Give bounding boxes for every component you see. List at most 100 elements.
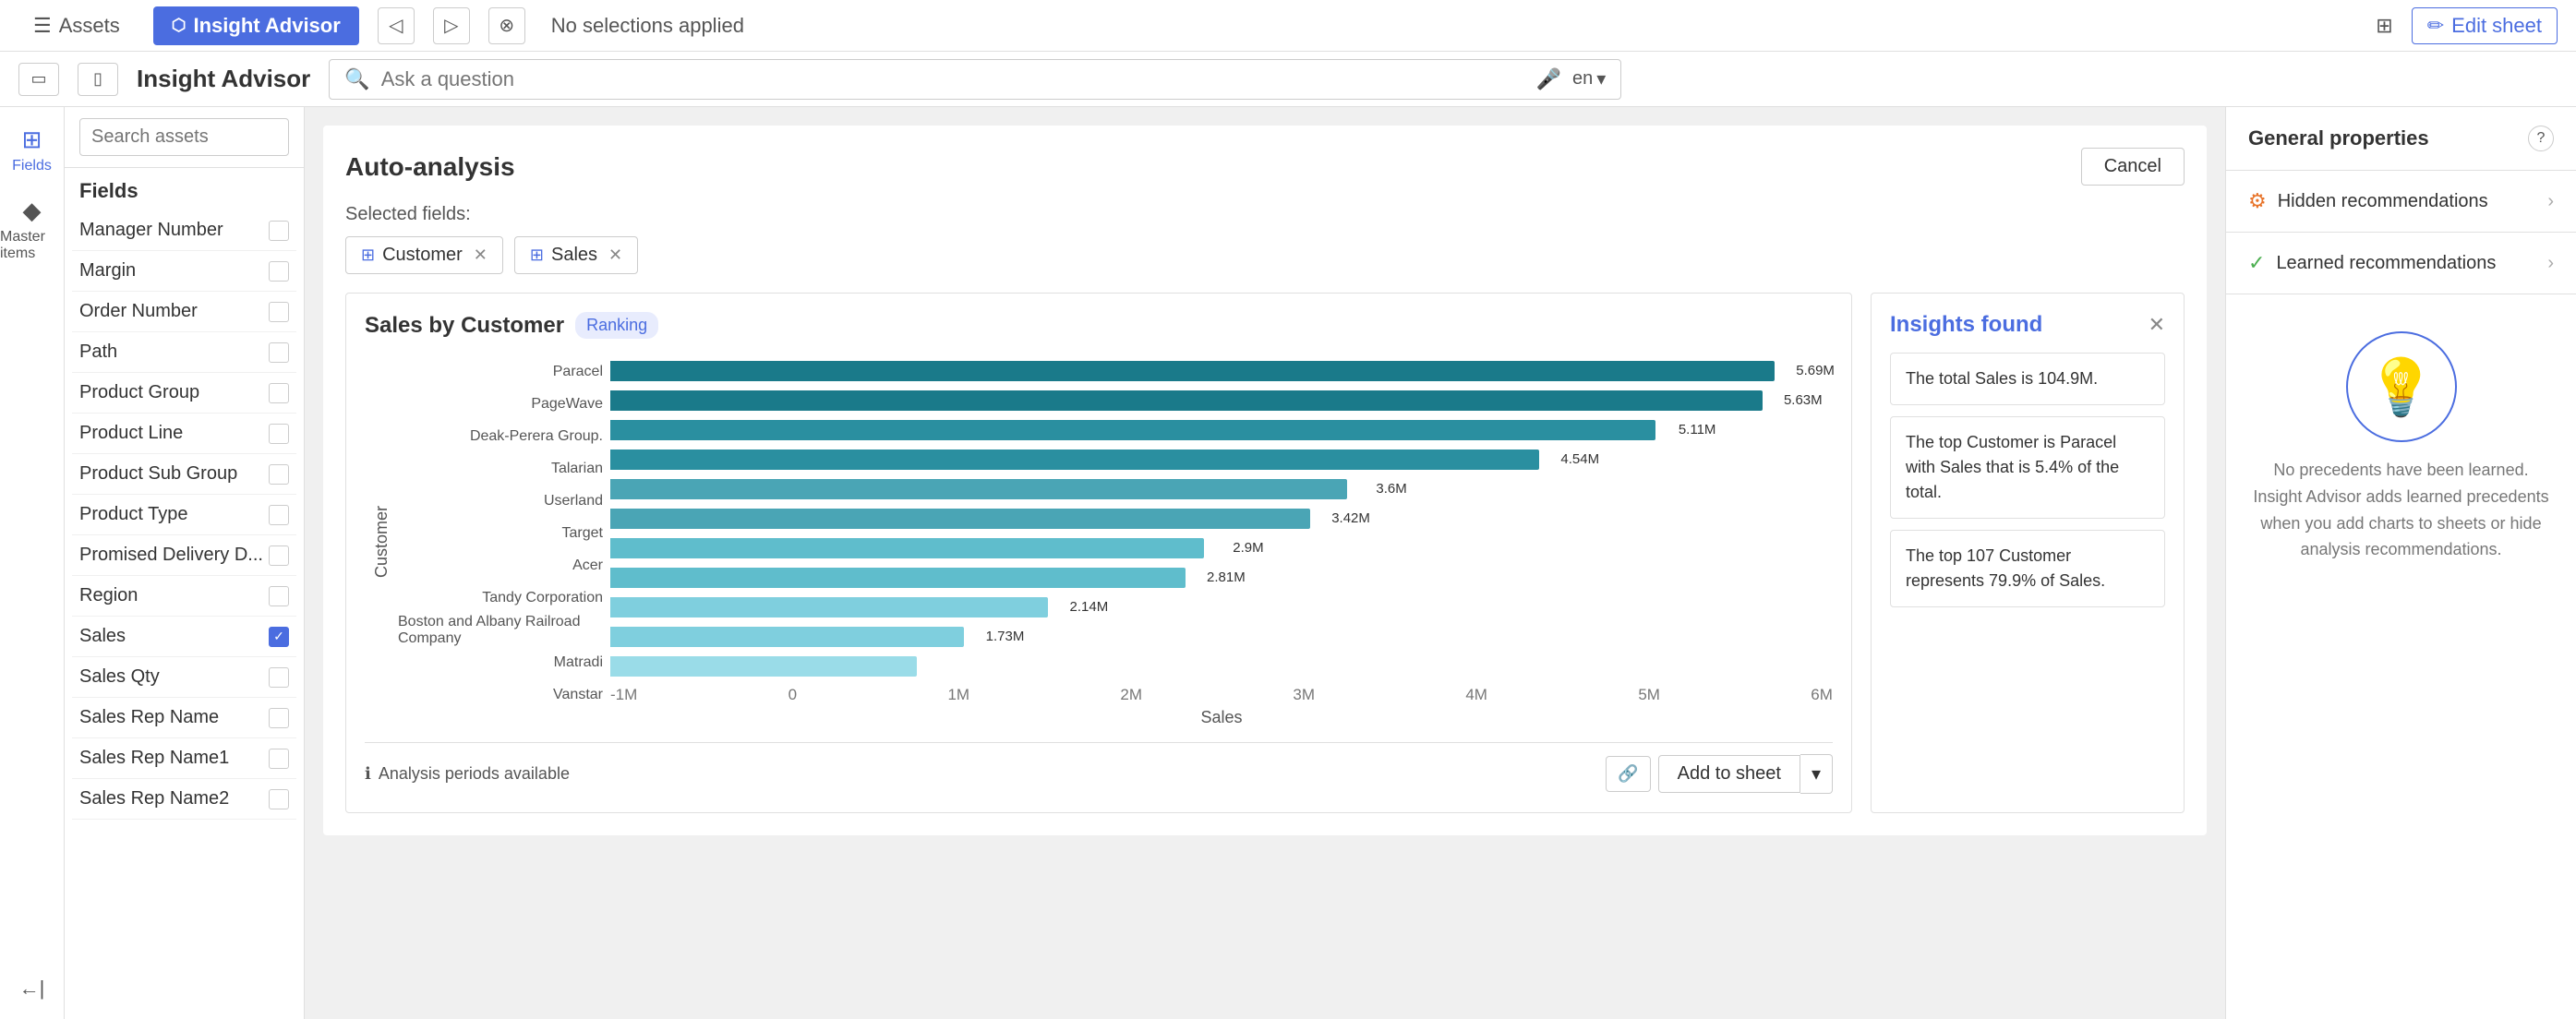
- bar[interactable]: 2.9M: [610, 538, 1204, 558]
- bar[interactable]: [610, 656, 917, 677]
- field-list-item[interactable]: Sales Rep Name: [72, 698, 296, 738]
- panel-toggle-1[interactable]: ▭: [18, 63, 59, 96]
- search-icon: 🔍: [344, 67, 369, 91]
- field-tag-remove-btn[interactable]: ✕: [608, 246, 622, 265]
- field-list-item[interactable]: Product Group: [72, 373, 296, 414]
- panel-icon-2: ▯: [93, 69, 102, 89]
- bar[interactable]: 5.63M: [610, 390, 1763, 411]
- grid-view-btn[interactable]: ⊞: [2376, 14, 2392, 38]
- analysis-period[interactable]: ℹ Analysis periods available: [365, 764, 570, 784]
- field-checkbox[interactable]: ✓: [269, 627, 289, 647]
- assets-label: Assets: [59, 14, 120, 38]
- field-list-item[interactable]: Sales Qty: [72, 657, 296, 698]
- y-axis-label: Paracel: [398, 357, 610, 387]
- field-list-item[interactable]: Sales Rep Name2: [72, 779, 296, 820]
- bar-row: 5.11M: [610, 416, 1833, 443]
- field-checkbox[interactable]: [269, 464, 289, 485]
- panel-toggle-2[interactable]: ▯: [78, 63, 118, 96]
- x-axis-label: -1M: [610, 686, 637, 704]
- field-item-name: Product Sub Group: [79, 463, 237, 485]
- field-list-item[interactable]: Path: [72, 332, 296, 373]
- y-axis-labels: ParacelPageWaveDeak-Perera Group.Talaria…: [398, 357, 610, 727]
- share-btn[interactable]: 🔗: [1606, 756, 1650, 792]
- field-list-item[interactable]: Sales✓: [72, 617, 296, 657]
- field-checkbox[interactable]: [269, 383, 289, 403]
- grid-icon: ⊞: [2376, 14, 2392, 38]
- field-list-item[interactable]: Product Type: [72, 495, 296, 535]
- x-axis-label: 2M: [1120, 686, 1142, 704]
- insight-advisor-nav-item[interactable]: ⬡ Insight Advisor: [153, 6, 359, 45]
- right-panel-item[interactable]: ✓ Learned recommendations ›: [2226, 233, 2576, 294]
- field-checkbox[interactable]: [269, 708, 289, 728]
- right-panel-item-label: Hidden recommendations: [2278, 191, 2488, 212]
- bar-rows-container: 5.69M5.63M5.11M4.54M3.6M3.42M2.9M2.81M2.…: [610, 357, 1833, 679]
- insights-title: Insights found: [1890, 312, 2042, 338]
- help-btn[interactable]: ?: [2528, 126, 2554, 151]
- forward-icon: ▷: [444, 14, 458, 37]
- bar-row: [610, 653, 1833, 679]
- field-checkbox[interactable]: [269, 545, 289, 566]
- field-tag-name: Sales: [551, 245, 597, 266]
- add-to-sheet-btn[interactable]: Add to sheet ▾: [1658, 754, 1833, 794]
- bar-value-label: 5.69M: [1796, 363, 1835, 378]
- right-panel-header: General properties ?: [2226, 107, 2576, 171]
- field-checkbox[interactable]: [269, 261, 289, 282]
- bar[interactable]: 5.11M: [610, 420, 1655, 440]
- bar[interactable]: 2.81M: [610, 568, 1186, 588]
- chart-footer: ℹ Analysis periods available 🔗 Add to sh…: [365, 742, 1833, 794]
- sidebar-item-fields[interactable]: ⊞ Fields: [12, 126, 52, 174]
- sidebar-collapse-btn[interactable]: ←|: [19, 977, 45, 1001]
- bar-row: 5.69M: [610, 357, 1833, 384]
- field-list-item[interactable]: Region: [72, 576, 296, 617]
- field-checkbox[interactable]: [269, 221, 289, 241]
- fields-panel: Fields Manager NumberMarginOrder NumberP…: [65, 107, 305, 1019]
- bar[interactable]: 4.54M: [610, 450, 1539, 470]
- mic-icon[interactable]: 🎤: [1536, 67, 1561, 91]
- bar-value-label: 2.81M: [1207, 569, 1246, 585]
- sidebar-item-master[interactable]: ◆ Master items: [0, 197, 64, 262]
- field-checkbox[interactable]: [269, 667, 289, 688]
- bar-value-label: 3.42M: [1331, 510, 1370, 526]
- field-list-item[interactable]: Margin: [72, 251, 296, 292]
- field-list-item[interactable]: Order Number: [72, 292, 296, 332]
- selection-back-btn[interactable]: ◁: [378, 7, 415, 44]
- field-tag-remove-btn[interactable]: ✕: [474, 246, 488, 265]
- insight-card: The total Sales is 104.9M.: [1890, 353, 2165, 405]
- bar[interactable]: 3.42M: [610, 509, 1310, 529]
- back-icon: ◁: [389, 14, 403, 37]
- lang-chevron-icon: ▾: [1596, 67, 1606, 90]
- y-axis-label: Vanstar: [398, 680, 610, 710]
- lang-select[interactable]: en ▾: [1572, 67, 1606, 90]
- fields-list: Manager Number MarginOrder NumberPath Prod…: [65, 210, 304, 1019]
- field-list-item[interactable]: Product Line: [72, 414, 296, 454]
- field-checkbox[interactable]: [269, 505, 289, 525]
- field-checkbox[interactable]: [269, 424, 289, 444]
- field-list-item[interactable]: Manager Number: [72, 210, 296, 251]
- bar-value-label: 1.73M: [986, 629, 1025, 644]
- cancel-button[interactable]: Cancel: [2081, 148, 2185, 186]
- fields-search-input[interactable]: [79, 118, 289, 156]
- field-checkbox[interactable]: [269, 586, 289, 606]
- insights-close-btn[interactable]: ✕: [2149, 313, 2165, 337]
- clear-selections-btn[interactable]: ⊗: [488, 7, 525, 44]
- field-item-name: Product Group: [79, 382, 199, 403]
- search-input[interactable]: [381, 67, 1525, 91]
- field-item-name: Manager Number: [79, 220, 223, 241]
- field-checkbox[interactable]: [269, 302, 289, 322]
- field-list-item[interactable]: Sales Rep Name1: [72, 738, 296, 779]
- assets-nav-item[interactable]: ☰ Assets: [18, 14, 135, 38]
- field-checkbox[interactable]: [269, 789, 289, 809]
- field-list-item[interactable]: Product Sub Group: [72, 454, 296, 495]
- selected-fields-row: ⊞ Customer ✕⊞ Sales ✕: [345, 236, 2185, 274]
- bar[interactable]: 1.73M: [610, 627, 964, 647]
- bar[interactable]: 2.14M: [610, 597, 1048, 617]
- bar[interactable]: 5.69M: [610, 361, 1775, 381]
- field-checkbox[interactable]: [269, 749, 289, 769]
- edit-sheet-btn[interactable]: ✏ Edit sheet: [2412, 7, 2558, 44]
- field-checkbox[interactable]: [269, 342, 289, 363]
- selection-forward-btn[interactable]: ▷: [433, 7, 470, 44]
- question-search-bar[interactable]: 🔍 🎤 en ▾: [329, 59, 1621, 100]
- right-panel-item[interactable]: ⚙ Hidden recommendations ›: [2226, 171, 2576, 233]
- bar[interactable]: 3.6M: [610, 479, 1347, 499]
- field-list-item[interactable]: Promised Delivery D...: [72, 535, 296, 576]
